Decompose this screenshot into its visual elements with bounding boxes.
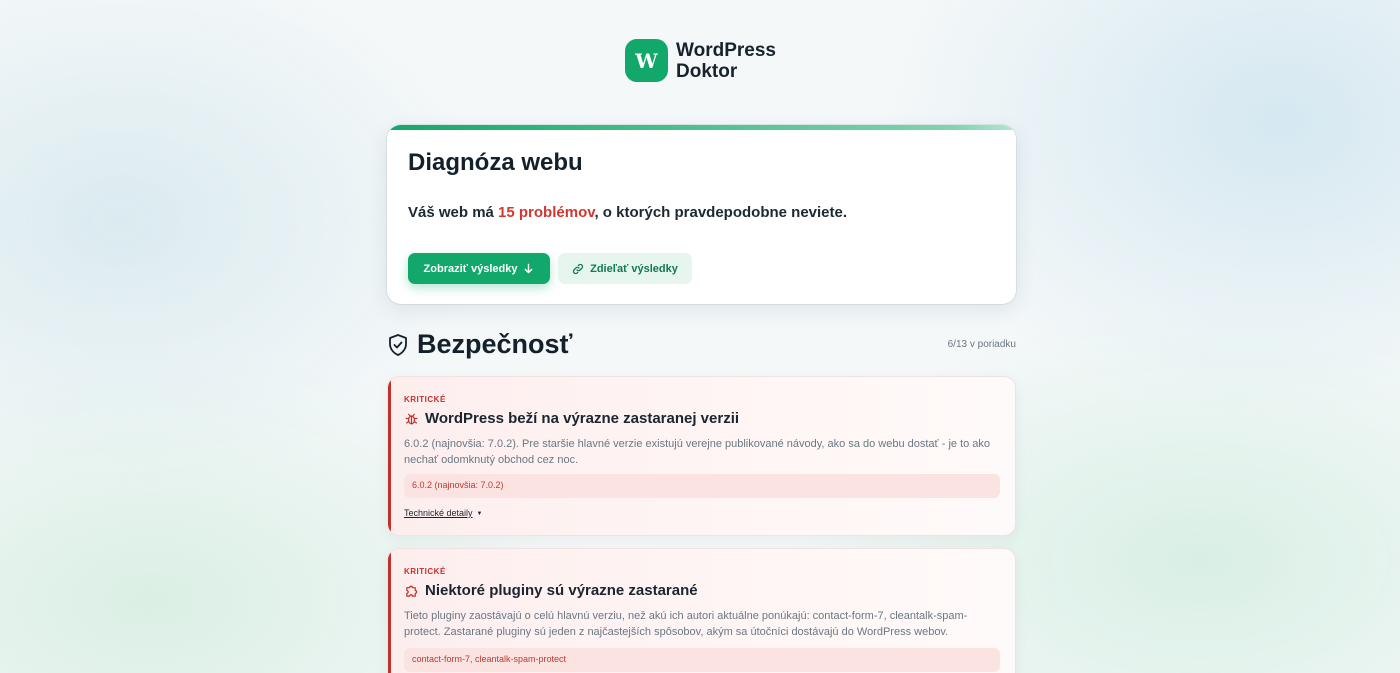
severity-badge: KRITICKÉ [404, 567, 446, 576]
share-results-label: Zdieľať výsledky [590, 262, 678, 275]
shield-check-icon [389, 334, 407, 356]
page-title: Diagnóza webu [408, 149, 583, 176]
summary-message: Váš web má 15 problémov, o ktorých pravd… [408, 204, 847, 221]
brand-name-line2: Doktor [676, 60, 738, 82]
summary-suffix: , o ktorých pravdepodobne neviete. [594, 204, 848, 221]
issue-card: KRITICKÉ WordPress beží na výrazne zasta… [387, 376, 1016, 536]
link-icon [572, 263, 584, 274]
security-section-header: Bezpečnosť 6/13 v poriadku [387, 329, 1016, 361]
issue-description: 6.0.2 (najnovšia: 7.0.2). Pre staršie hl… [404, 438, 991, 466]
brand-name-line1: WordPress [676, 39, 776, 61]
diagnosis-card: Diagnóza webu Váš web má 15 problémov, o… [387, 125, 1016, 304]
section-status-count: 6/13 v poriadku [947, 339, 1016, 350]
summary-prefix: Váš web má [408, 204, 499, 221]
issue-description: Tieto pluginy zaostávajú o celú hlavnú v… [404, 610, 968, 638]
problem-count: 15 problémov [498, 204, 595, 221]
accent-bar [387, 125, 1016, 130]
technical-details-toggle[interactable]: Technické detaily ▼ [404, 508, 483, 518]
section-title: Bezpečnosť [417, 329, 573, 359]
arrow-down-icon [525, 263, 533, 274]
bug-icon [405, 413, 418, 425]
issue-title-text: Niektoré pluginy sú výrazne zastarané [425, 582, 698, 599]
issue-title: Niektoré pluginy sú výrazne zastarané [404, 582, 698, 599]
caret-down-icon: ▼ [476, 510, 483, 517]
issue-card: KRITICKÉ Niektoré pluginy sú výrazne zas… [387, 548, 1016, 673]
brand-name: WordPress Doktor [676, 40, 776, 82]
issue-title: WordPress beží na výrazne zastaranej ver… [404, 410, 739, 427]
severity-badge: KRITICKÉ [404, 395, 446, 404]
share-results-button[interactable]: Zdieľať výsledky [558, 253, 692, 284]
show-results-label: Zobraziť výsledky [423, 262, 518, 275]
brand-logo[interactable]: W WordPress Doktor [625, 39, 776, 82]
issue-detail-box: contact-form-7, cleantalk-spam-protect [404, 648, 1000, 672]
issue-detail-box: 6.0.2 (najnovšia: 7.0.2) [404, 474, 1000, 498]
technical-details-label: Technické detaily [404, 508, 473, 518]
logo-mark: W [625, 39, 668, 82]
puzzle-icon [406, 585, 418, 597]
show-results-button[interactable]: Zobraziť výsledky [408, 253, 550, 284]
issue-title-text: WordPress beží na výrazne zastaranej ver… [425, 410, 740, 427]
